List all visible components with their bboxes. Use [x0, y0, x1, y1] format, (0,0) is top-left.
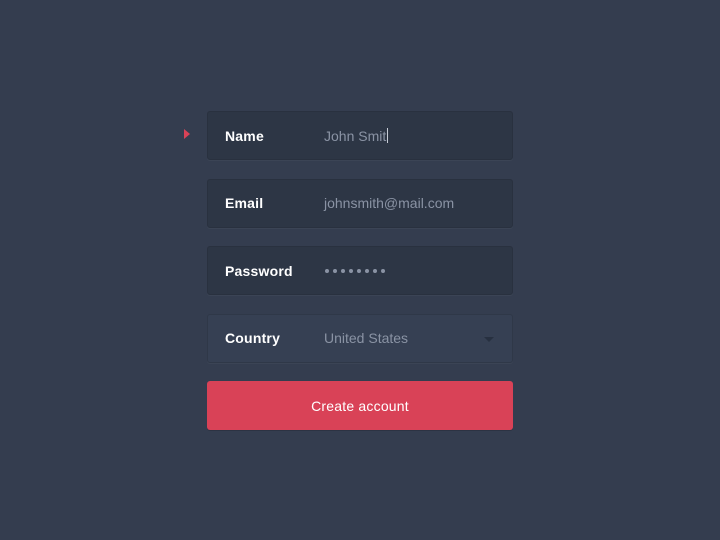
password-mask-dot-icon: [373, 268, 377, 273]
name-input-value: John Smit: [324, 127, 387, 144]
password-label: Password: [225, 262, 293, 279]
country-selected-value: United States: [324, 330, 409, 346]
password-mask-dot-icon: [333, 268, 337, 273]
password-field[interactable]: Password: [207, 246, 513, 295]
active-field-indicator-icon: [184, 129, 190, 139]
chevron-down-icon[interactable]: [484, 336, 494, 342]
name-input[interactable]: John Smit: [324, 127, 472, 144]
signup-form: Name John Smit Email johnsmith@mail.com …: [207, 111, 513, 430]
password-mask-dot-icon: [357, 268, 361, 273]
email-label: Email: [225, 195, 264, 211]
name-field[interactable]: Name John Smit: [207, 111, 513, 160]
country-label: Country: [225, 330, 281, 346]
country-select[interactable]: Country United States: [207, 313, 513, 363]
password-mask-dot-icon: [349, 268, 353, 273]
text-cursor-icon: [387, 127, 389, 143]
password-input[interactable]: [325, 268, 472, 273]
password-mask-dot-icon: [365, 268, 369, 273]
password-mask-dot-icon: [341, 268, 345, 273]
password-mask-dot-icon: [325, 268, 329, 273]
email-field[interactable]: Email johnsmith@mail.com: [207, 178, 513, 228]
email-input[interactable]: johnsmith@mail.com: [324, 195, 472, 211]
name-label: Name: [225, 127, 264, 144]
password-mask-dot-icon: [381, 268, 385, 273]
create-account-button[interactable]: Create account: [207, 381, 513, 430]
